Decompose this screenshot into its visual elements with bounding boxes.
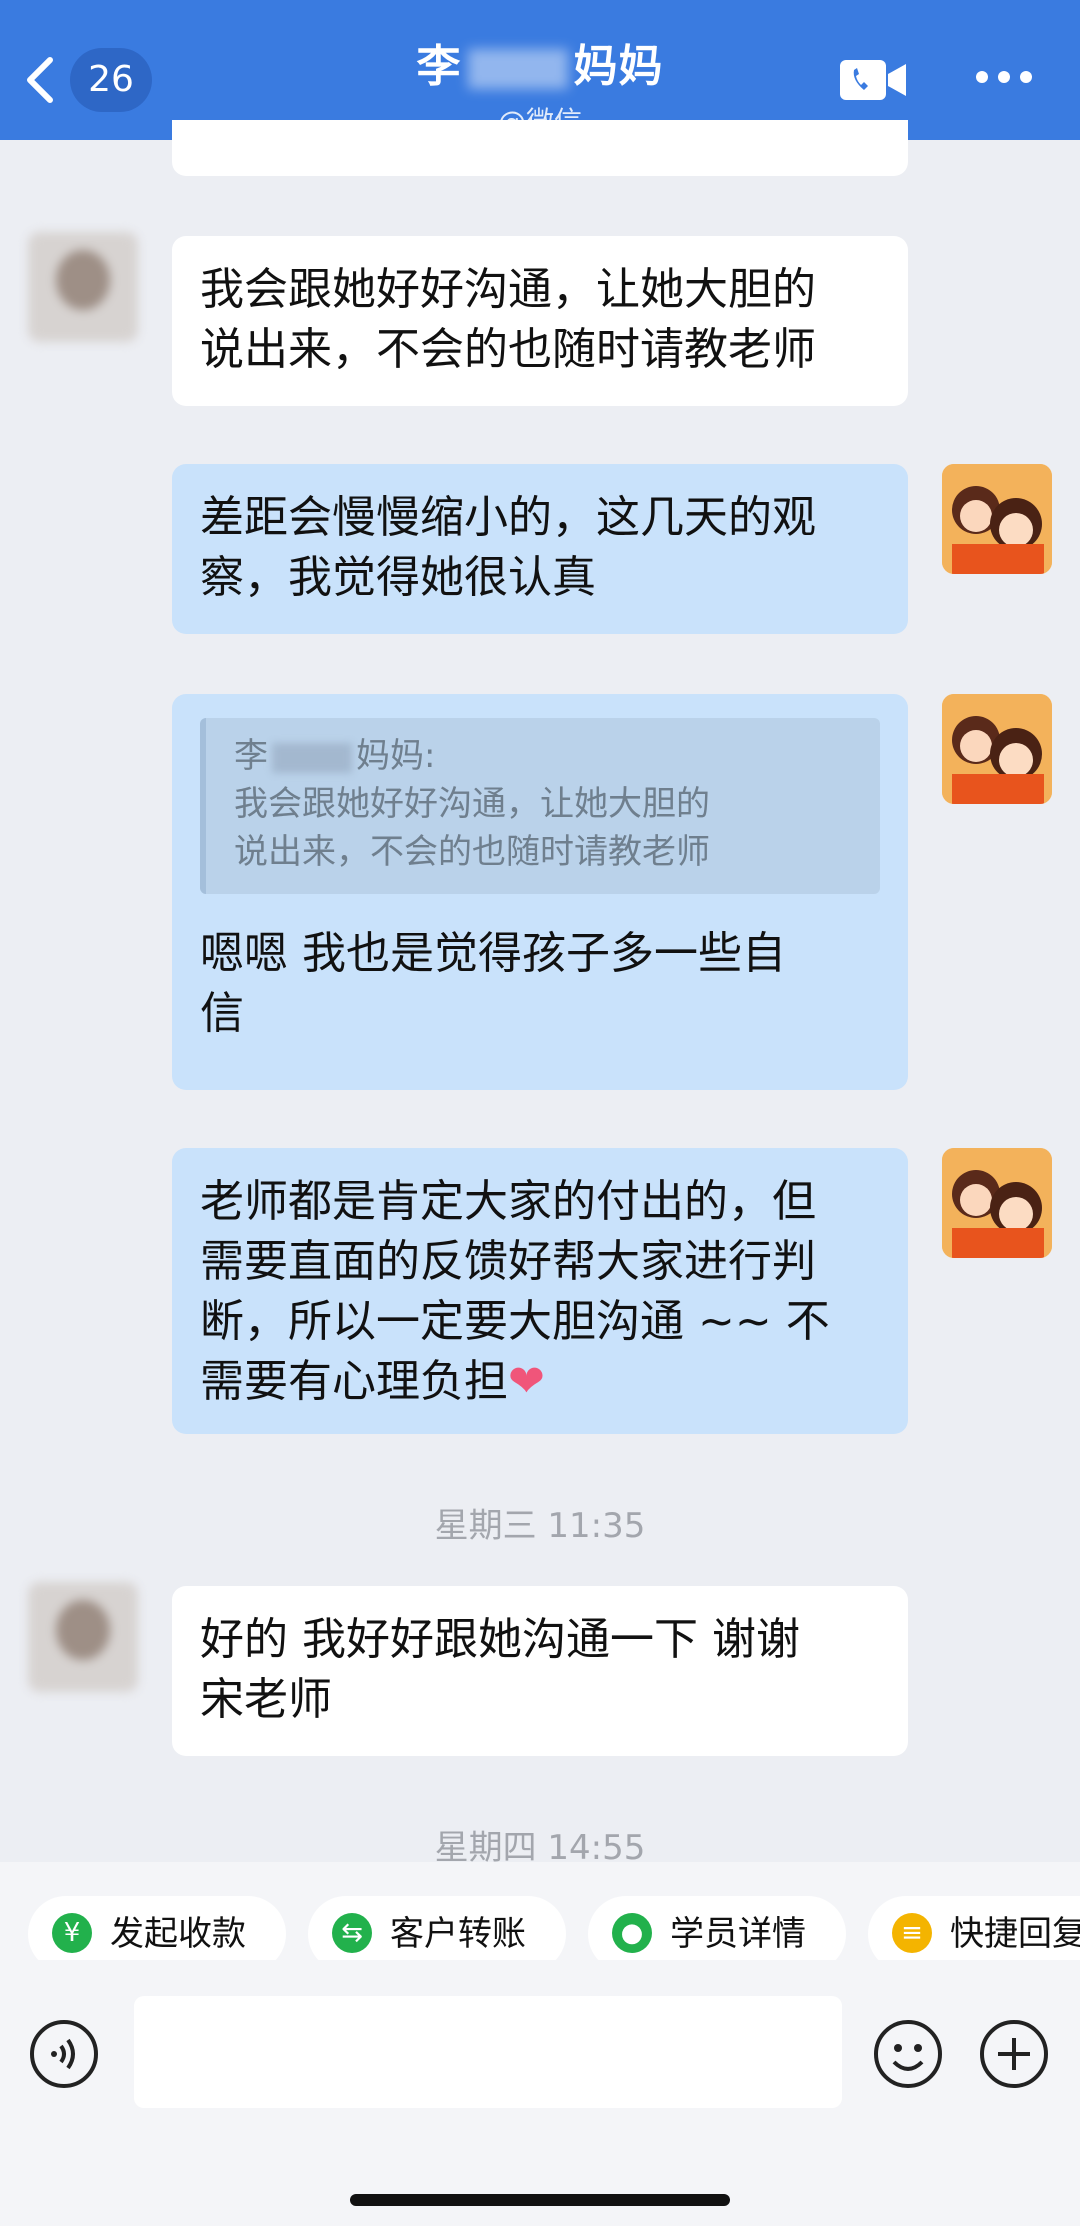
chat-title-prefix: 李 <box>416 41 462 92</box>
transfer-icon: ⇆ <box>332 1912 372 1953</box>
cartoon-avatar-icon <box>942 1148 1052 1258</box>
cartoon-avatar-icon <box>942 694 1052 804</box>
add-button[interactable] <box>978 2018 1050 2090</box>
redacted-name <box>467 49 568 89</box>
voice-button[interactable] <box>28 2018 100 2090</box>
contact-avatar[interactable] <box>28 232 138 342</box>
emoji-icon <box>874 2020 942 2088</box>
chat-header: 26 李妈妈 @微信 <box>0 0 1080 140</box>
quoted-message[interactable]: 李 妈妈: 我会跟她好好沟通，让她大胆的 说出来，不会的也随时请教老师 <box>200 718 880 894</box>
emoji-button[interactable] <box>872 2018 944 2090</box>
quoted-text: 我会跟她好好沟通，让她大胆的 说出来，不会的也随时请教老师 <box>234 784 710 872</box>
quoted-sender-prefix: 李 <box>234 736 268 776</box>
video-call-button[interactable] <box>838 56 908 104</box>
student-profile-icon: ● <box>612 1912 652 1953</box>
action-label: 快捷回复 <box>950 1914 1080 1954</box>
my-avatar[interactable] <box>942 694 1052 804</box>
message-bubble-in[interactable]: 我会跟她好好沟通，让她大胆的 说出来，不会的也随时请教老师 <box>172 236 908 406</box>
message-input[interactable] <box>134 1996 842 2108</box>
quoted-sender-suffix: 妈妈: <box>356 736 436 776</box>
action-label: 客户转账 <box>390 1914 526 1954</box>
message-text: 嗯嗯 我也是觉得孩子多一些自 信 <box>200 928 786 1039</box>
more-dots-icon <box>976 71 1032 83</box>
action-label: 发起收款 <box>110 1914 246 1954</box>
my-avatar[interactable] <box>942 464 1052 574</box>
add-icon <box>980 2020 1048 2088</box>
contact-avatar[interactable] <box>28 1582 138 1692</box>
redacted-name <box>272 742 352 773</box>
input-bar <box>0 1960 1080 2226</box>
message-bubble-out-with-quote[interactable]: 李 妈妈: 我会跟她好好沟通，让她大胆的 说出来，不会的也随时请教老师 嗯嗯 我也… <box>172 694 908 1090</box>
message-bubble-partial <box>172 120 908 176</box>
more-button[interactable] <box>974 66 1034 88</box>
chat-title: 李 妈妈 <box>0 30 1080 94</box>
action-label: 学员详情 <box>670 1914 806 1954</box>
message-bubble-out[interactable]: 老师都是肯定大家的付出的，但 需要直面的反馈好帮大家进行判 断，所以一定要大胆沟… <box>172 1148 908 1434</box>
home-indicator <box>350 2194 730 2206</box>
timestamp: 星期三 11:35 <box>434 1506 646 1546</box>
chat-title-suffix: 妈妈 <box>573 41 664 92</box>
message-bubble-out[interactable]: 差距会慢慢缩小的，这几天的观 察，我觉得她很认真 <box>172 464 908 634</box>
voice-icon <box>30 2020 98 2088</box>
quick-reply-icon: ≡ <box>892 1912 932 1953</box>
message-bubble-in[interactable]: 好的 我好好跟她沟通一下 谢谢 宋老师 <box>172 1586 908 1756</box>
cartoon-avatar-icon <box>942 464 1052 574</box>
quoted-sender: 李 妈妈: <box>234 732 860 780</box>
video-call-icon <box>840 60 906 100</box>
my-avatar[interactable] <box>942 1148 1052 1258</box>
heart-emoji-icon: ❤ <box>508 1356 545 1407</box>
yuan-shield-icon: ¥ <box>52 1912 92 1953</box>
